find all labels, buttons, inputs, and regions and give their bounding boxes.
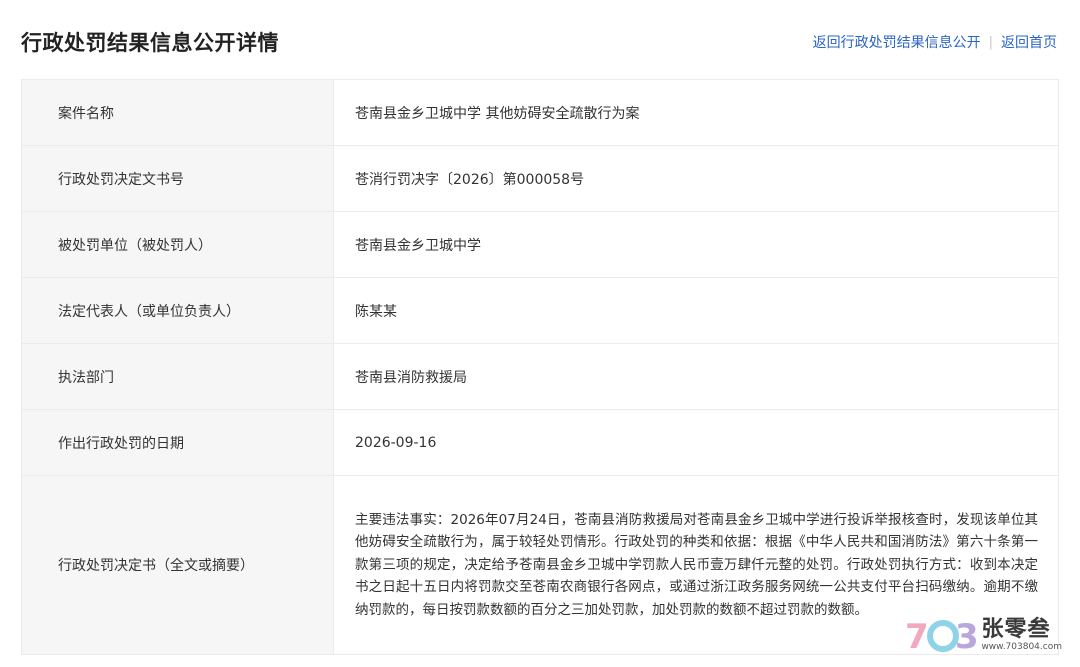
table-row-document-number: 行政处罚决定文书号 苍消行罚决字〔2026〕第000058号 xyxy=(22,146,1058,212)
svg-text:3: 3 xyxy=(955,617,977,655)
table-row-penalized-party: 被处罚单位（被处罚人） 苍南县金乡卫城中学 xyxy=(22,212,1058,278)
table-row-decision-date: 作出行政处罚的日期 2026-09-16 xyxy=(22,410,1058,476)
header-links: 返回行政处罚结果信息公开 | 返回首页 xyxy=(813,32,1057,52)
back-to-home-link[interactable]: 返回首页 xyxy=(1001,32,1057,52)
table-row-case-name: 案件名称 苍南县金乡卫城中学 其他妨碍安全疏散行为案 xyxy=(22,80,1058,146)
table-row-enforcement-department: 执法部门 苍南县消防救援局 xyxy=(22,344,1058,410)
back-to-list-link[interactable]: 返回行政处罚结果信息公开 xyxy=(813,32,981,52)
row-label: 作出行政处罚的日期 xyxy=(22,410,334,475)
watermark: 7 3 张零叁 www.703804.com xyxy=(903,615,1062,657)
table-row-legal-representative: 法定代表人（或单位负责人） 陈某某 xyxy=(22,278,1058,344)
row-value: 苍南县金乡卫城中学 其他妨碍安全疏散行为案 xyxy=(355,105,640,122)
row-label: 执法部门 xyxy=(22,344,334,409)
watermark-url: www.703804.com xyxy=(981,641,1062,652)
watermark-text: 张零叁 www.703804.com xyxy=(981,616,1062,653)
row-label: 被处罚单位（被处罚人） xyxy=(22,212,334,277)
page-header: 行政处罚结果信息公开详情 返回行政处罚结果信息公开 | 返回首页 xyxy=(0,0,1080,80)
watermark-logo: 7 3 xyxy=(903,615,979,657)
row-value: 2026-09-16 xyxy=(355,434,437,451)
row-label: 行政处罚决定书（全文或摘要） xyxy=(22,476,334,654)
row-label: 行政处罚决定文书号 xyxy=(22,146,334,211)
row-value: 陈某某 xyxy=(355,303,397,320)
row-value: 苍南县金乡卫城中学 xyxy=(355,237,481,254)
detail-table: 案件名称 苍南县金乡卫城中学 其他妨碍安全疏散行为案 行政处罚决定文书号 苍消行… xyxy=(21,79,1059,655)
svg-text:7: 7 xyxy=(905,617,929,655)
row-value: 苍南县消防救援局 xyxy=(355,369,467,386)
row-label: 案件名称 xyxy=(22,80,334,145)
link-separator: | xyxy=(988,34,993,50)
page-title: 行政处罚结果信息公开详情 xyxy=(21,31,279,55)
watermark-name: 张零叁 xyxy=(981,616,1051,642)
decision-full-text: 主要违法事实：2026年07月24日，苍南县消防救援局对苍南县金乡卫城中学进行投… xyxy=(355,511,1038,618)
row-value: 苍消行罚决字〔2026〕第000058号 xyxy=(355,171,585,188)
row-label: 法定代表人（或单位负责人） xyxy=(22,278,334,343)
